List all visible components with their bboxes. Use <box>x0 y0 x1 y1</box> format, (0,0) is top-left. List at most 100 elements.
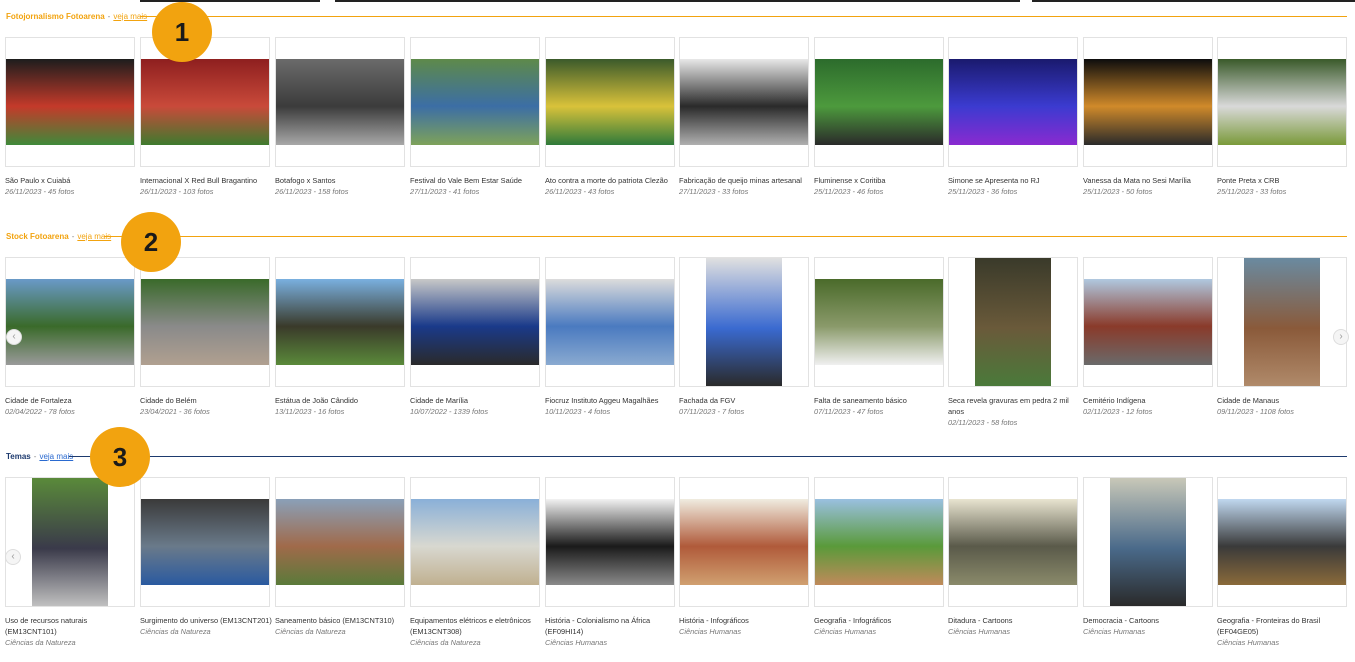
thumbnail-image[interactable] <box>6 279 134 365</box>
thumbnail-image[interactable] <box>411 279 539 365</box>
thumbnail-frame[interactable] <box>1083 477 1213 607</box>
thumbnail-frame[interactable] <box>1217 257 1347 387</box>
card-title[interactable]: Seca revela gravuras em pedra 2 mil anos <box>948 395 1080 417</box>
thumbnail-frame[interactable] <box>679 37 809 167</box>
carousel-prev-icon[interactable]: ‹ <box>6 329 22 345</box>
thumbnail-image[interactable] <box>141 279 269 365</box>
thumbnail-image[interactable] <box>1084 279 1212 365</box>
card-title[interactable]: Cidade de Manaus <box>1217 395 1349 406</box>
card-title[interactable]: Internacional X Red Bull Bragantino <box>140 175 272 186</box>
thumbnail-frame[interactable] <box>545 477 675 607</box>
thumbnail-frame[interactable] <box>1217 477 1347 607</box>
thumbnail-image[interactable] <box>276 499 404 585</box>
carousel-prev-icon[interactable]: ‹ <box>5 549 21 565</box>
carousel-next-icon[interactable]: › <box>1333 329 1349 345</box>
thumbnail-image[interactable] <box>949 499 1077 585</box>
thumbnail-frame[interactable] <box>410 477 540 607</box>
thumbnail-frame[interactable] <box>140 257 270 387</box>
card-title[interactable]: Uso de recursos naturais (EM13CNT101) <box>5 615 137 637</box>
thumbnail-frame[interactable] <box>545 37 675 167</box>
step-number-badge: 1 <box>152 2 212 62</box>
thumbnail-image[interactable] <box>546 279 674 365</box>
thumbnail-image[interactable] <box>276 59 404 145</box>
thumbnail-image[interactable] <box>1218 59 1346 145</box>
thumbnail-frame[interactable] <box>814 37 944 167</box>
page: Fotojornalismo Fotoarena - veja mais São Pa… <box>0 0 1355 662</box>
thumbnail-image[interactable] <box>1244 258 1320 386</box>
thumbnail-frame[interactable] <box>140 477 270 607</box>
thumbnail-frame[interactable] <box>1083 37 1213 167</box>
card-title[interactable]: Cidade de Marília <box>410 395 542 406</box>
thumbnail-frame[interactable] <box>814 257 944 387</box>
thumbnail-image[interactable] <box>949 59 1077 145</box>
card-title[interactable]: Ditadura - Cartoons <box>948 615 1080 626</box>
thumbnail-frame[interactable] <box>1217 37 1347 167</box>
thumbnail-image[interactable] <box>6 59 134 145</box>
card-title[interactable]: Fluminense x Coritiba <box>814 175 946 186</box>
card-title[interactable]: Cemitério Indígena <box>1083 395 1215 406</box>
thumbnail-frame[interactable] <box>410 257 540 387</box>
card-title[interactable]: Cidade de Fortaleza <box>5 395 137 406</box>
card-title[interactable]: Fachada da FGV <box>679 395 811 406</box>
card-title[interactable]: Geografia - Fronteiras do Brasil (EF04GE… <box>1217 615 1349 637</box>
card-title[interactable]: São Paulo x Cuiabá <box>5 175 137 186</box>
thumbnail-image[interactable] <box>411 499 539 585</box>
thumbnail-frame[interactable] <box>948 37 1078 167</box>
thumbnail-image[interactable] <box>141 499 269 585</box>
card-title[interactable]: História - Infográficos <box>679 615 811 626</box>
card-title[interactable]: Simone se Apresenta no RJ <box>948 175 1080 186</box>
thumbnail-image[interactable] <box>546 59 674 145</box>
thumbnail-image[interactable] <box>1218 499 1346 585</box>
card-title[interactable]: Vanessa da Mata no Sesi Marília <box>1083 175 1215 186</box>
thumbnail-image[interactable] <box>815 59 943 145</box>
section-separator: - <box>33 451 37 461</box>
thumbnail-frame[interactable] <box>275 257 405 387</box>
thumbnail-frame[interactable] <box>410 37 540 167</box>
card-title[interactable]: História - Colonialismo na África (EF09H… <box>545 615 677 637</box>
card-title[interactable]: Democracia - Cartoons <box>1083 615 1215 626</box>
thumbnail-frame[interactable] <box>679 477 809 607</box>
card-title[interactable]: Botafogo x Santos <box>275 175 407 186</box>
thumbnail-image[interactable] <box>546 499 674 585</box>
card-title[interactable]: Fiocruz Instituto Aggeu Magalhães <box>545 395 677 406</box>
card-title[interactable]: Surgimento do universo (EM13CNT201) <box>140 615 272 626</box>
thumbnail-image[interactable] <box>815 499 943 585</box>
thumbnail-image[interactable] <box>276 279 404 365</box>
thumbnail-image[interactable] <box>32 478 108 606</box>
thumbnail-image[interactable] <box>975 258 1051 386</box>
card-title[interactable]: Estátua de João Cândido <box>275 395 407 406</box>
thumbnail-image[interactable] <box>1084 59 1212 145</box>
thumbnail-frame[interactable] <box>545 257 675 387</box>
card-title[interactable]: Falta de saneamento básico <box>814 395 946 406</box>
card-title[interactable]: Saneamento básico (EM13CNT310) <box>275 615 407 626</box>
thumbnail-frame[interactable] <box>679 257 809 387</box>
thumbnail-image[interactable] <box>411 59 539 145</box>
card-meta: Ciências Humanas <box>948 627 1011 636</box>
thumbnail-image[interactable] <box>1110 478 1186 606</box>
card-title[interactable]: Festival do Vale Bem Estar Saúde <box>410 175 542 186</box>
thumbnail-frame[interactable] <box>948 257 1078 387</box>
card-title[interactable]: Cidade do Belém <box>140 395 272 406</box>
thumbnail-image[interactable] <box>680 499 808 585</box>
card-title[interactable]: Equipamentos elétricos e eletrônicos (EM… <box>410 615 542 637</box>
step-number-badge: 2 <box>121 212 181 272</box>
card-caption: Cemitério Indígena 02/11/2023 - 12 fotos <box>1083 395 1215 417</box>
thumbnail-frame[interactable] <box>5 37 135 167</box>
section-header: Fotojornalismo Fotoarena - veja mais <box>6 10 147 22</box>
thumbnail-frame[interactable] <box>140 37 270 167</box>
thumbnail-frame[interactable] <box>5 257 135 387</box>
card-title[interactable]: Fabricação de queijo minas artesanal <box>679 175 811 186</box>
thumbnail-frame[interactable] <box>1083 257 1213 387</box>
thumbnail-image[interactable] <box>141 59 269 145</box>
thumbnail-image[interactable] <box>706 258 782 386</box>
thumbnail-image[interactable] <box>815 279 943 365</box>
thumbnail-frame[interactable] <box>275 37 405 167</box>
thumbnail-frame[interactable] <box>948 477 1078 607</box>
card-title[interactable]: Ponte Preta x CRB <box>1217 175 1349 186</box>
card-title[interactable]: Geografia - Infográficos <box>814 615 946 626</box>
thumbnail-frame[interactable] <box>275 477 405 607</box>
thumbnail-frame[interactable] <box>5 477 135 607</box>
card-title[interactable]: Ato contra a morte do patriota Clezão <box>545 175 677 186</box>
thumbnail-image[interactable] <box>680 59 808 145</box>
thumbnail-frame[interactable] <box>814 477 944 607</box>
